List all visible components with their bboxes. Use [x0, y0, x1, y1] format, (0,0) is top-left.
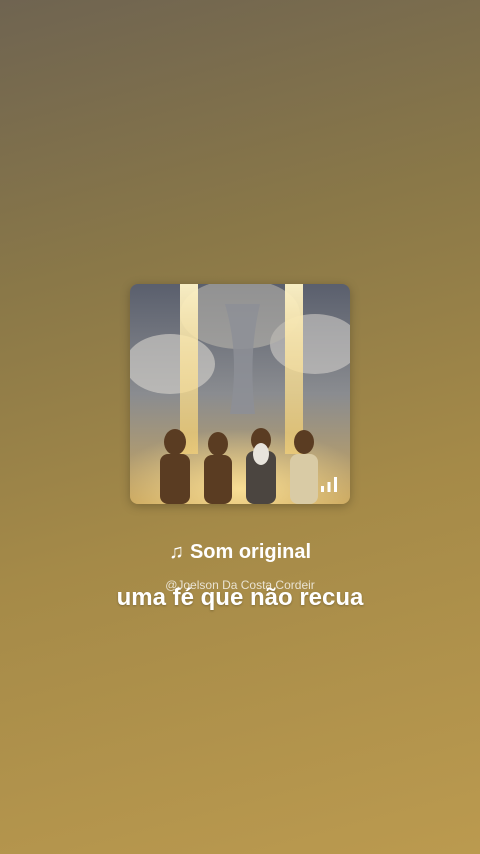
- sound-title-row[interactable]: ♫ Som original: [0, 538, 480, 566]
- sound-title: Som original: [189, 541, 312, 563]
- music-note-icon: ♫: [168, 541, 184, 563]
- playing-bars-icon: [321, 477, 337, 492]
- album-cover-art[interactable]: [130, 284, 350, 504]
- caption-text: uma fé que não recua: [116, 584, 364, 611]
- album-cover-image: [130, 284, 350, 504]
